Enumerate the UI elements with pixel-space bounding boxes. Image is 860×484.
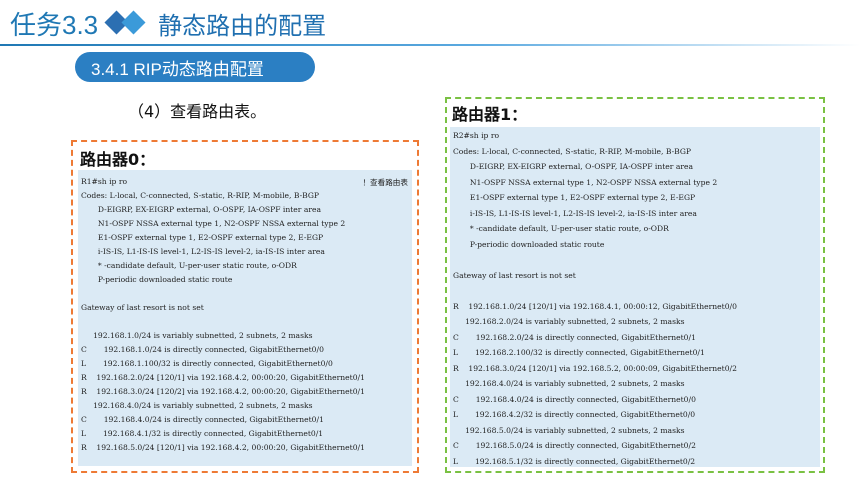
diamond-icon-light <box>121 10 146 35</box>
router0-label: 路由器0： <box>78 146 158 170</box>
terminal-line: C 192.168.1.0/24 is directly connected, … <box>81 345 324 354</box>
terminal-line: R 192.168.1.0/24 [120/1] via 192.168.4.1… <box>453 301 737 311</box>
terminal-line: 192.168.4.0/24 is variably subnetted, 2 … <box>453 379 685 388</box>
terminal-line: R 192.168.3.0/24 [120/1] via 192.168.5.2… <box>453 363 737 373</box>
terminal-line: 192.168.2.0/24 is variably subnetted, 2 … <box>453 317 685 326</box>
terminal-line: * -candidate default, U-per-user static … <box>453 224 669 233</box>
terminal-line: C 192.168.5.0/24 is directly connected, … <box>453 441 696 450</box>
terminal-line: E1-OSPF external type 1, E2-OSPF externa… <box>81 233 324 242</box>
section-badge: 3.4.1 RIP动态路由配置 <box>75 52 315 82</box>
page-title: 任务3.3 静态路由的配置 <box>10 2 326 44</box>
terminal-line: R2#sh ip ro <box>453 131 500 140</box>
terminal-line: Gateway of last resort is not set <box>453 270 576 280</box>
terminal-line: P-periodic downloaded static route <box>453 239 605 249</box>
terminal-line: L 192.168.2.100/32 is directly connected… <box>453 348 705 357</box>
terminal-line: 192.168.4.0/24 is variably subnetted, 2 … <box>81 401 313 410</box>
terminal-line: C 192.168.2.0/24 is directly connected, … <box>453 332 696 342</box>
terminal-line: E1-OSPF external type 1, E2-OSPF externa… <box>453 193 696 202</box>
terminal-line: D-EIGRP, EX-EIGRP external, O-OSPF, IA-O… <box>81 205 322 214</box>
terminal-line: L 192.168.4.1/32 is directly connected, … <box>81 429 324 438</box>
terminal-line: i-IS-IS, L1-IS-IS level-1, L2-IS-IS leve… <box>81 247 325 256</box>
diamond-icon <box>104 10 150 36</box>
router1-terminal: R2#sh ip ro Codes: L-local, C-connected,… <box>450 127 820 467</box>
terminal-line: i-IS-IS, L1-IS-IS level-1, L2-IS-IS leve… <box>453 208 697 218</box>
terminal-line: L 192.168.1.100/32 is directly connected… <box>81 359 333 368</box>
router1-label: 路由器1： <box>450 101 530 125</box>
terminal-line: L 192.168.4.2/32 is directly connected, … <box>453 410 696 419</box>
header-divider <box>0 44 860 46</box>
terminal-line: D-EIGRP, EX-EIGRP external, O-OSPF, IA-O… <box>453 162 694 171</box>
terminal-line: Codes: L-local, C-connected, S-static, R… <box>81 191 320 200</box>
terminal-line: C 192.168.4.0/24 is directly connected, … <box>81 415 324 424</box>
terminal-line: R1#sh ip ro <box>81 177 128 186</box>
terminal-line: L 192.168.5.1/32 is directly connected, … <box>453 456 696 466</box>
terminal-line: N1-OSPF NSSA external type 1, N2-OSPF NS… <box>81 219 346 228</box>
terminal-line: P-periodic downloaded static route <box>81 275 233 284</box>
terminal-line: R 192.168.3.0/24 [120/2] via 192.168.4.2… <box>81 387 365 396</box>
terminal-line: Codes: L-local, C-connected, S-static, R… <box>453 146 692 156</box>
terminal-line: * -candidate default, U-per-user static … <box>81 261 297 270</box>
chapter-number: 任务3.3 <box>10 9 99 40</box>
router0-terminal: ！查看路由表 R1#sh ip ro Codes: L-local, C-con… <box>78 170 412 466</box>
terminal-line: N1-OSPF NSSA external type 1, N2-OSPF NS… <box>453 177 718 187</box>
terminal-line: 192.168.1.0/24 is variably subnetted, 2 … <box>81 331 313 340</box>
terminal-line: Gateway of last resort is not set <box>81 303 204 312</box>
page-subject: 静态路由的配置 <box>158 11 327 40</box>
step-instruction: （4）查看路由表。 <box>128 102 267 121</box>
terminal-line: 192.168.5.0/24 is variably subnetted, 2 … <box>453 425 685 435</box>
terminal-line: R 192.168.5.0/24 [120/1] via 192.168.4.2… <box>81 443 365 452</box>
router0-comment: ！查看路由表 <box>362 178 408 187</box>
terminal-line: R 192.168.2.0/24 [120/1] via 192.168.4.2… <box>81 373 365 382</box>
terminal-line: C 192.168.4.0/24 is directly connected, … <box>453 394 696 404</box>
